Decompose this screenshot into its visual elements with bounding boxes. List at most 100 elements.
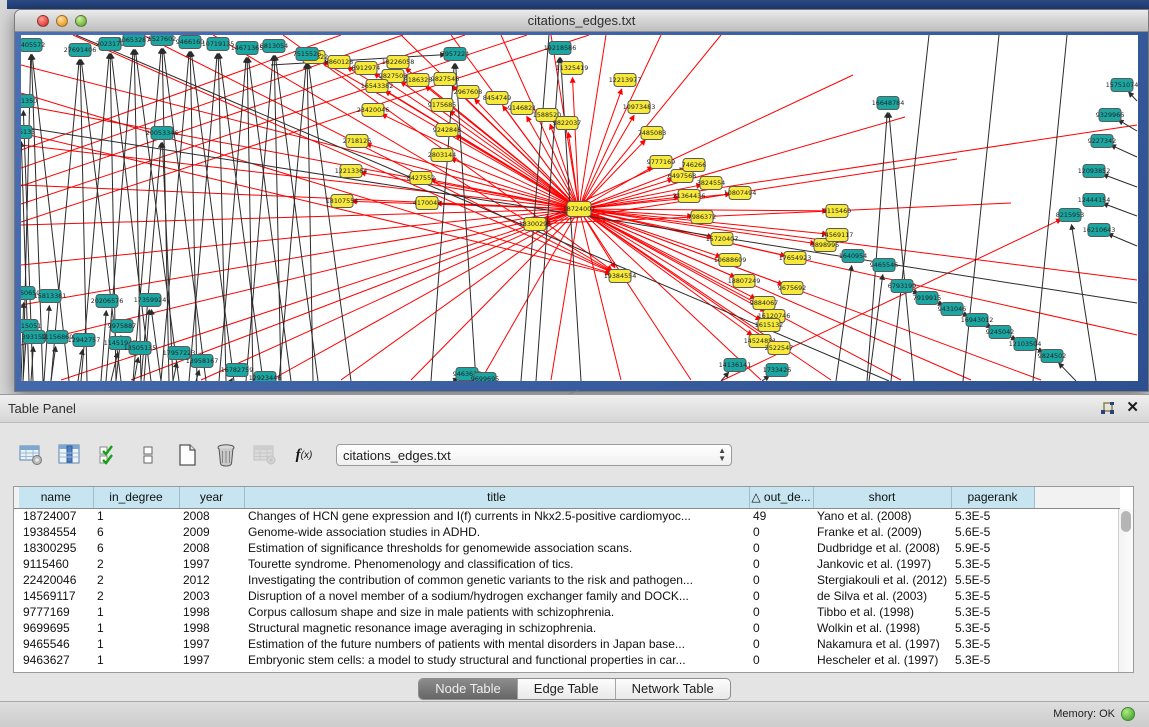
graph-node-20206576[interactable]: 20206576 — [91, 295, 124, 308]
graph-node-17654923[interactable]: 17654923 — [779, 252, 812, 265]
graph-node-27691406[interactable]: 27691406 — [64, 44, 97, 57]
function-builder-icon[interactable]: f(x) — [291, 442, 317, 468]
graph-node-2051350[interactable]: 2051350 — [21, 95, 37, 108]
graph-node-9827546[interactable]: 9827546 — [431, 73, 459, 86]
graph-node-16543382[interactable]: 16543382 — [361, 80, 394, 93]
window-titlebar[interactable]: citations_edges.txt — [15, 10, 1148, 32]
graph-node-12923446[interactable]: 12923446 — [249, 372, 282, 382]
float-panel-icon[interactable] — [1100, 402, 1115, 416]
graph-node-10807494[interactable]: 10807494 — [724, 187, 757, 200]
graph-node-19384554[interactable]: 19384554 — [604, 270, 637, 283]
graph-node-21364436[interactable]: 21364436 — [673, 190, 706, 203]
graph-node-9242848[interactable]: 9242848 — [433, 124, 461, 137]
graph-node-12103504[interactable]: 12103504 — [1009, 338, 1042, 351]
graph-node-17359924[interactable]: 17359924 — [134, 294, 167, 307]
graph-node-746266[interactable]: 746266 — [682, 159, 706, 172]
graph-node-20053346[interactable]: 20053346 — [146, 127, 179, 140]
graph-node-9822037[interactable]: 9822037 — [553, 117, 581, 130]
graph-node-8860128[interactable]: 8860128 — [325, 56, 353, 69]
graph-node-9431046[interactable]: 9431046 — [938, 303, 966, 316]
graph-node-4170049[interactable]: 4170049 — [413, 197, 441, 210]
graph-node-9699695[interactable]: 9699695 — [471, 373, 499, 382]
graph-node-9824502[interactable]: 9824502 — [1038, 350, 1066, 363]
show-column-icon[interactable] — [57, 442, 83, 468]
graph-node-8186328[interactable]: 8186328 — [404, 74, 432, 87]
table-selector-dropdown[interactable]: citations_edges.txt ▲▼ — [336, 444, 732, 466]
new-column-icon[interactable] — [174, 442, 200, 468]
table-row[interactable]: 2242004622012Investigating the contribut… — [14, 572, 1120, 588]
graph-node-16648784[interactable]: 16648784 — [872, 97, 905, 110]
graph-node-15751074[interactable]: 15751074 — [1106, 79, 1138, 92]
table-header-row[interactable]: namein_degreeyeartitle△ out_de...shortpa… — [14, 487, 1120, 508]
graph-node-10973483[interactable]: 10973483 — [623, 101, 656, 114]
close-panel-icon[interactable]: ✕ — [1126, 400, 1139, 416]
graph-node-2803144[interactable]: 2803144 — [428, 149, 456, 162]
table-row[interactable]: 911546021997Tourette syndrome. Phenomeno… — [14, 556, 1120, 572]
table-row[interactable]: 946362711997Embryonic stem cells: a mode… — [14, 652, 1120, 668]
graph-node-1640954[interactable]: 1640954 — [839, 250, 867, 263]
column-header-in_degree[interactable]: in_degree — [93, 487, 179, 508]
graph-node-16210643[interactable]: 16210643 — [1083, 224, 1116, 237]
graph-node-23420046[interactable]: 23420046 — [357, 104, 390, 117]
graph-node-14569117[interactable]: 14569117 — [821, 229, 854, 242]
table-row[interactable]: 1456911722003Disruption of a novel membe… — [14, 588, 1120, 604]
graph-node-11325419[interactable]: 11325419 — [556, 62, 589, 75]
column-header-title[interactable]: title — [244, 487, 749, 508]
graph-node-1733426[interactable]: 1733426 — [763, 364, 791, 377]
table-row[interactable]: 977716911998Corpus callosum shape and si… — [14, 604, 1120, 620]
delete-column-icon[interactable] — [213, 442, 239, 468]
graph-node-10688609[interactable]: 10688609 — [714, 254, 747, 267]
graph-node-9777169[interactable]: 9777169 — [647, 156, 675, 169]
graph-node-2718126[interactable]: 2718126 — [343, 135, 371, 148]
graph-node-14136141[interactable]: 14136141 — [719, 359, 752, 372]
graph-node-1615132[interactable]: 1615132 — [755, 319, 783, 332]
rows-icon[interactable] — [135, 442, 161, 468]
table-scrollbar[interactable] — [1118, 509, 1133, 672]
graph-node-7485083[interactable]: 7485083 — [638, 127, 666, 140]
graph-node-8912974[interactable]: 8912974 — [352, 62, 380, 75]
graph-node-9175685[interactable]: 9175685 — [428, 99, 456, 112]
graph-node-16943012[interactable]: 16943012 — [961, 314, 994, 327]
select-columns-icon[interactable] — [96, 442, 122, 468]
graph-node-18724007[interactable]: 18724007 — [563, 202, 596, 217]
graph-node-12093852[interactable]: 12093852 — [1078, 165, 1111, 178]
column-header-pagerank[interactable]: pagerank — [951, 487, 1034, 508]
graph-node-1605133[interactable]: 1605133 — [21, 126, 35, 139]
graph-node-8454749[interactable]: 8454749 — [483, 92, 511, 105]
graph-node-18226058[interactable]: 18226058 — [382, 56, 415, 69]
graph-node-15720407[interactable]: 15720407 — [706, 233, 739, 246]
graph-node-18107554[interactable]: 18107554 — [326, 195, 359, 208]
graph-node-14671365[interactable]: 14671365 — [231, 42, 264, 55]
tab-network-table[interactable]: Network Table — [616, 679, 730, 699]
graph-node-6793199[interactable]: 6793199 — [888, 280, 916, 293]
graph-node-19218586[interactable]: 19218586 — [544, 42, 577, 55]
table-row[interactable]: 1872400712008Changes of HCN gene express… — [14, 508, 1120, 524]
graph-node-2967608[interactable]: 2967608 — [454, 86, 482, 99]
column-header-short[interactable]: short — [813, 487, 951, 508]
graph-node-12213364[interactable]: 12213364 — [335, 165, 368, 178]
column-header-out_de[interactable]: △ out_de... — [749, 487, 813, 508]
graph-node-9884067[interactable]: 9884067 — [750, 297, 778, 310]
tab-edge-table[interactable]: Edge Table — [518, 679, 616, 699]
graph-node-9975887[interactable]: 9975887 — [108, 320, 136, 333]
splitter-handle-icon[interactable] — [568, 389, 580, 395]
graph-node-9245042[interactable]: 9245042 — [986, 326, 1014, 339]
column-header-name[interactable]: name — [19, 487, 93, 508]
graph-node-1527602[interactable]: 1527602 — [148, 35, 176, 46]
column-header-year[interactable]: year — [179, 487, 244, 508]
graph-node-10719135[interactable]: 10719135 — [202, 38, 235, 51]
delete-table-icon[interactable] — [252, 442, 278, 468]
graph-node-7515526[interactable]: 7515526 — [293, 48, 321, 61]
graph-node-8427552[interactable]: 8427552 — [407, 172, 435, 185]
graph-node-9115460[interactable]: 9115460 — [823, 205, 851, 218]
table-row[interactable]: 1830029562008Estimation of significance … — [14, 540, 1120, 556]
graph-node-12942757[interactable]: 12942757 — [68, 334, 101, 347]
graph-node-13958167[interactable]: 13958167 — [186, 355, 219, 368]
graph-node-9329966[interactable]: 9329966 — [1096, 109, 1124, 122]
graph-node-2522547[interactable]: 2522547 — [765, 342, 793, 355]
graph-node-8215953[interactable]: 8215953 — [1056, 209, 1084, 222]
graph-node-9465546[interactable]: 9465546 — [870, 259, 898, 272]
graph-node-7919915[interactable]: 7919915 — [913, 292, 941, 305]
citation-network-graph[interactable]: 1872400776638228860128891297418226058982… — [21, 35, 1138, 381]
graph-node-7957224[interactable]: 7957224 — [441, 48, 469, 61]
